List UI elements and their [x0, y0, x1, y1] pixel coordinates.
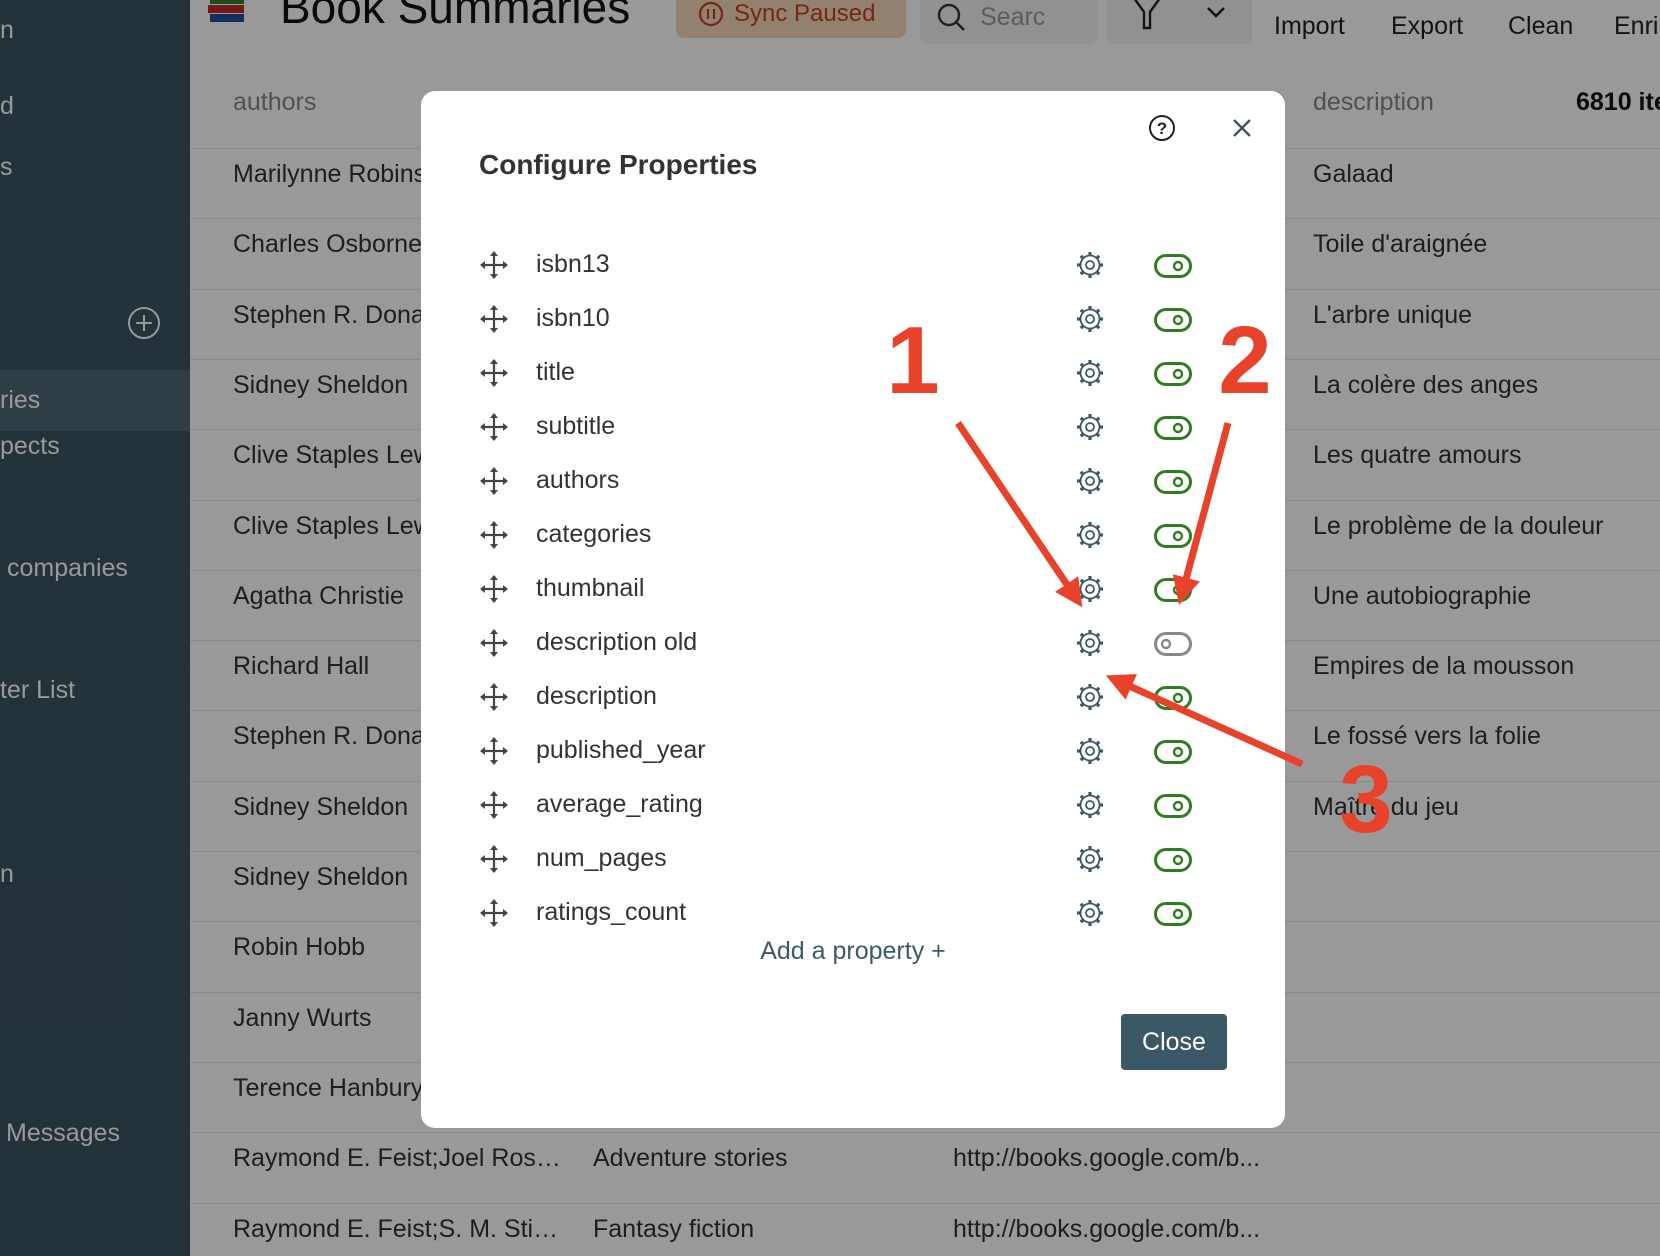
visibility-toggle[interactable]: [1154, 254, 1192, 283]
property-name: title: [536, 358, 575, 386]
drag-handle-icon[interactable]: [479, 520, 509, 555]
property-row: isbn13: [421, 238, 1285, 292]
property-row: published_year: [421, 724, 1285, 778]
property-row: subtitle: [421, 400, 1285, 454]
drag-handle-icon[interactable]: [479, 736, 509, 771]
visibility-toggle[interactable]: [1154, 470, 1192, 499]
property-name: published_year: [536, 736, 706, 764]
property-name: isbn13: [536, 250, 610, 278]
property-row: title: [421, 346, 1285, 400]
property-row: average_rating: [421, 778, 1285, 832]
drag-handle-icon[interactable]: [479, 790, 509, 825]
visibility-toggle[interactable]: [1154, 362, 1192, 391]
property-row: authors: [421, 454, 1285, 508]
drag-handle-icon[interactable]: [479, 628, 509, 663]
property-name: average_rating: [536, 790, 703, 818]
visibility-toggle[interactable]: [1154, 416, 1192, 445]
property-name: authors: [536, 466, 620, 494]
drag-handle-icon[interactable]: [479, 898, 509, 933]
property-name: categories: [536, 520, 652, 548]
property-name: isbn10: [536, 304, 610, 332]
configure-properties-dialog: ? Configure Properties isbn13 isbn10 tit…: [421, 91, 1285, 1128]
visibility-toggle[interactable]: [1154, 578, 1192, 607]
gear-icon[interactable]: [1075, 790, 1105, 825]
drag-handle-icon[interactable]: [479, 682, 509, 717]
gear-icon[interactable]: [1075, 574, 1105, 609]
property-row: thumbnail: [421, 562, 1285, 616]
property-row: num_pages: [421, 832, 1285, 886]
gear-icon[interactable]: [1075, 682, 1105, 717]
visibility-toggle[interactable]: [1154, 686, 1192, 715]
close-button[interactable]: Close: [1121, 1014, 1227, 1070]
gear-icon[interactable]: [1075, 358, 1105, 393]
gear-icon[interactable]: [1075, 628, 1105, 663]
property-row: ratings_count: [421, 886, 1285, 940]
drag-handle-icon[interactable]: [479, 304, 509, 339]
visibility-toggle[interactable]: [1154, 848, 1192, 877]
gear-icon[interactable]: [1075, 520, 1105, 555]
drag-handle-icon[interactable]: [479, 466, 509, 501]
property-row: categories: [421, 508, 1285, 562]
property-name: description old: [536, 628, 698, 656]
visibility-toggle[interactable]: [1154, 794, 1192, 823]
drag-handle-icon[interactable]: [479, 250, 509, 285]
property-name: description: [536, 682, 657, 710]
gear-icon[interactable]: [1075, 466, 1105, 501]
property-row: isbn10: [421, 292, 1285, 346]
visibility-toggle[interactable]: [1154, 902, 1192, 931]
visibility-toggle[interactable]: [1154, 632, 1192, 661]
property-row: description old: [421, 616, 1285, 670]
gear-icon[interactable]: [1075, 250, 1105, 285]
svg-text:?: ?: [1157, 119, 1167, 138]
property-name: subtitle: [536, 412, 616, 440]
gear-icon[interactable]: [1075, 412, 1105, 447]
property-name: thumbnail: [536, 574, 645, 602]
drag-handle-icon[interactable]: [479, 844, 509, 879]
visibility-toggle[interactable]: [1154, 308, 1192, 337]
gear-icon[interactable]: [1075, 304, 1105, 339]
gear-icon[interactable]: [1075, 736, 1105, 771]
drag-handle-icon[interactable]: [479, 574, 509, 609]
visibility-toggle[interactable]: [1154, 740, 1192, 769]
drag-handle-icon[interactable]: [479, 412, 509, 447]
property-name: ratings_count: [536, 898, 687, 926]
drag-handle-icon[interactable]: [479, 358, 509, 393]
visibility-toggle[interactable]: [1154, 524, 1192, 553]
add-property-button[interactable]: Add a property +: [421, 937, 1285, 966]
gear-icon[interactable]: [1075, 844, 1105, 879]
property-name: num_pages: [536, 844, 667, 872]
property-row: description: [421, 670, 1285, 724]
dialog-title: Configure Properties: [479, 149, 758, 180]
close-icon[interactable]: [1229, 115, 1255, 141]
help-icon[interactable]: ?: [1147, 113, 1177, 143]
gear-icon[interactable]: [1075, 898, 1105, 933]
